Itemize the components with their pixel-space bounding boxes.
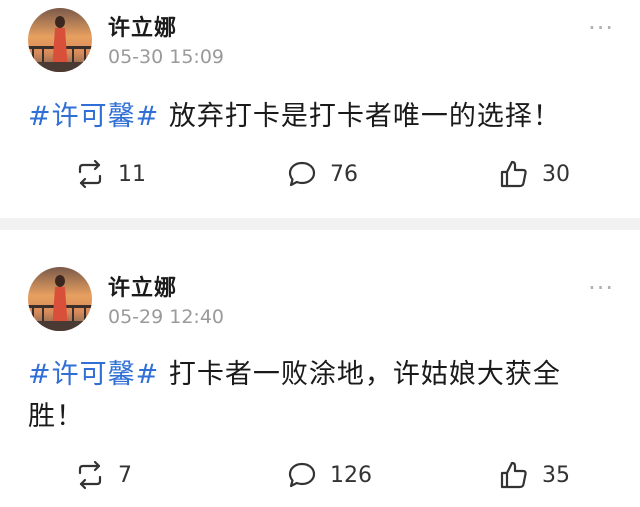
comment-button[interactable]: 76 <box>286 156 358 192</box>
post-body: 放弃打卡是打卡者唯一的选择！ <box>159 101 561 132</box>
like-count: 30 <box>542 161 570 187</box>
like-count: 35 <box>542 462 570 488</box>
post-text: #许可馨# 打卡者一败涂地，许姑娘大获全胜！ <box>28 354 616 438</box>
like-button[interactable]: 35 <box>498 457 570 493</box>
post-divider <box>0 218 640 230</box>
post-timestamp: 05-30 15:09 <box>108 46 225 68</box>
comment-count: 126 <box>330 462 372 488</box>
author-name[interactable]: 许立娜 <box>108 10 177 42</box>
action-bar: 11 76 30 <box>0 156 640 192</box>
post-card[interactable]: 许立娜 05-30 15:09 ··· #许可馨# 放弃打卡是打卡者唯一的选择！… <box>0 0 640 218</box>
post-timestamp: 05-29 12:40 <box>108 306 225 328</box>
weibo-feed: 许立娜 05-30 15:09 ··· #许可馨# 放弃打卡是打卡者唯一的选择！… <box>0 0 640 507</box>
repost-count: 7 <box>118 462 132 488</box>
like-button[interactable]: 30 <box>498 156 570 192</box>
post-text: #许可馨# 放弃打卡是打卡者唯一的选择！ <box>28 96 616 138</box>
avatar[interactable] <box>28 8 92 72</box>
hashtag-link[interactable]: #许可馨# <box>28 359 159 390</box>
repost-button[interactable]: 7 <box>74 457 132 493</box>
more-dots-icon[interactable]: ··· <box>588 276 614 300</box>
comment-icon <box>288 462 316 488</box>
more-dots-icon[interactable]: ··· <box>588 16 614 40</box>
repost-icon <box>78 460 102 490</box>
repost-count: 11 <box>118 161 146 187</box>
avatar[interactable] <box>28 267 92 331</box>
repost-icon <box>78 159 102 189</box>
thumbs-up-icon <box>500 160 527 188</box>
author-name[interactable]: 许立娜 <box>108 270 177 302</box>
action-bar: 7 126 35 <box>0 457 640 493</box>
post-card[interactable]: 许立娜 05-29 12:40 ··· #许可馨# 打卡者一败涂地，许姑娘大获全… <box>0 230 640 507</box>
comment-button[interactable]: 126 <box>286 457 372 493</box>
comment-count: 76 <box>330 161 358 187</box>
repost-button[interactable]: 11 <box>74 156 146 192</box>
comment-icon <box>288 161 316 187</box>
hashtag-link[interactable]: #许可馨# <box>28 101 159 132</box>
thumbs-up-icon <box>500 461 527 489</box>
